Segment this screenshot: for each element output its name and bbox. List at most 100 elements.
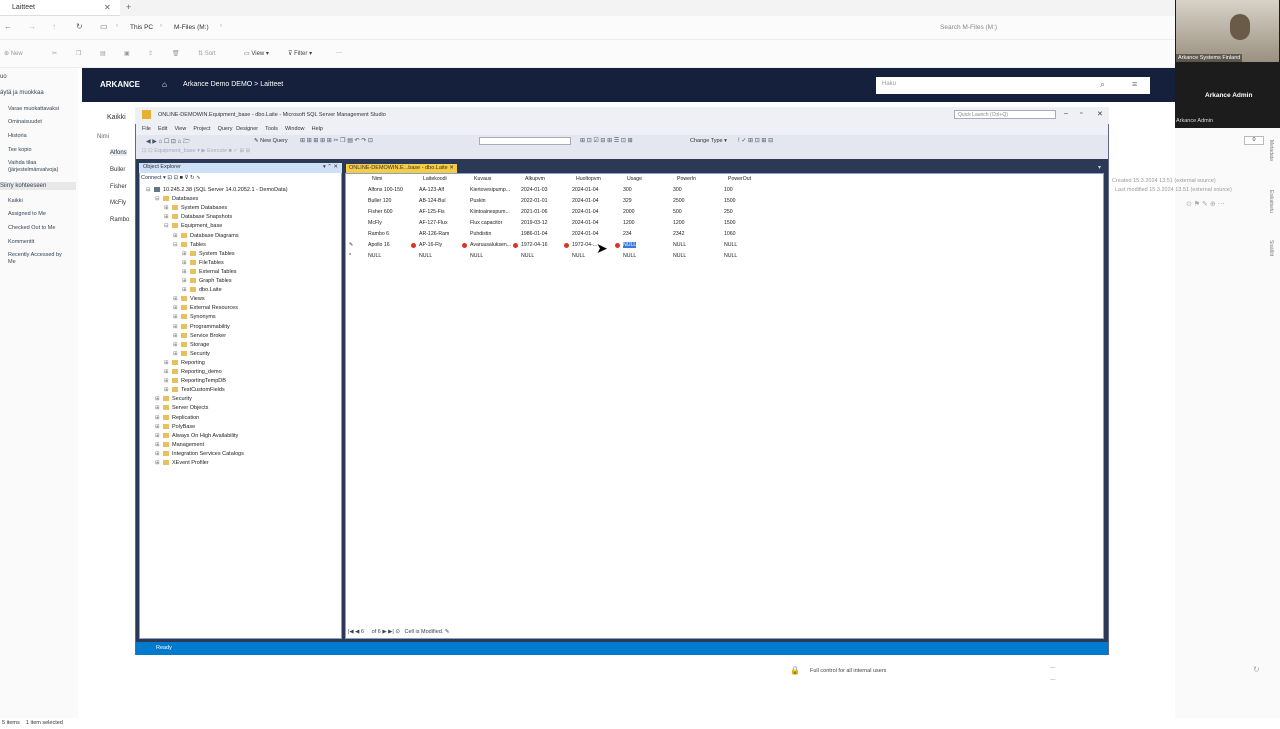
table-cell[interactable]: NULL: [368, 253, 381, 259]
table-cell[interactable]: 2022-01-01: [521, 198, 548, 204]
table-cell[interactable]: 1200: [623, 220, 635, 226]
menu-edit[interactable]: Edit: [158, 126, 167, 132]
tree-node[interactable]: ⊞ Service Broker: [173, 332, 226, 339]
left-item[interactable]: Checked Out to Me: [8, 225, 55, 231]
table-cell[interactable]: NULL: [521, 253, 534, 259]
list-item[interactable]: Fisher: [110, 184, 127, 190]
menu-icon[interactable]: ≡: [1132, 79, 1137, 89]
table-cell[interactable]: NULL: [623, 253, 636, 259]
expand-icon[interactable]: ⊞: [155, 415, 160, 421]
table-cell[interactable]: AB-124-Bul: [419, 198, 446, 204]
explorer-tab[interactable]: Laitteet: [0, 0, 120, 16]
tree-node[interactable]: ⊞ Synonyms: [173, 314, 216, 320]
side-tab-contents[interactable]: Sisällöt: [1268, 240, 1274, 256]
row-marker[interactable]: ✎: [349, 242, 353, 248]
table-cell[interactable]: 2000: [623, 209, 635, 215]
table-cell[interactable]: Fisher 600: [368, 209, 393, 215]
expand-icon[interactable]: ⊞: [155, 451, 160, 457]
column-header[interactable]: Alkupvm: [525, 176, 545, 182]
expand-icon[interactable]: ⊞: [164, 214, 169, 220]
tree-node[interactable]: ⊞ Graph Tables: [182, 278, 232, 284]
mfiles-breadcrumb[interactable]: Arkance Demo DEMO > Laitteet: [183, 81, 283, 88]
expand-icon[interactable]: ⊞: [182, 260, 187, 266]
column-header[interactable]: PowerIn: [677, 176, 696, 182]
list-item[interactable]: Buller: [110, 167, 125, 173]
menu-window[interactable]: Window: [285, 126, 305, 132]
table-cell[interactable]: 2024-01-04: [572, 198, 599, 204]
table-cell[interactable]: 329: [623, 198, 632, 204]
expand-icon[interactable]: ⊞: [155, 405, 160, 411]
tree-node[interactable]: ⊞ Always On High Availability: [155, 432, 238, 439]
tree-node[interactable]: ⊞ External Tables: [182, 268, 237, 275]
table-cell[interactable]: 300: [673, 187, 682, 193]
expand-icon[interactable]: ⊞: [173, 351, 178, 357]
tree-node[interactable]: ⊞ System Tables: [182, 250, 235, 257]
table-cell[interactable]: Rambo 6: [368, 231, 389, 237]
forward-icon[interactable]: →: [28, 22, 36, 31]
cut-icon[interactable]: ✂: [52, 50, 57, 57]
tree-node[interactable]: ⊞ ReportingTempDB: [164, 378, 226, 384]
pin-icon[interactable]: ▾ ⌃ ✕: [323, 164, 338, 170]
home-icon[interactable]: ⌂: [162, 80, 167, 89]
menu-query-designer[interactable]: Query Designer: [218, 126, 259, 132]
table-cell[interactable]: 1986-01-04: [521, 231, 548, 237]
left-section-header[interactable]: äytä ja muokkaa: [0, 90, 44, 96]
table-cell[interactable]: AR-126-Ram: [419, 231, 449, 237]
expand-icon[interactable]: ⊞: [173, 333, 178, 339]
table-cell[interactable]: NULL: [724, 242, 737, 248]
quick-launch-input[interactable]: Quick Launch (Ctrl+Q): [954, 110, 1056, 119]
side-tab-metadata[interactable]: Metadata: [1268, 140, 1274, 161]
expand-icon[interactable]: ⊞: [164, 205, 169, 211]
table-cell[interactable]: AP-16-Fly: [419, 242, 442, 248]
expand-icon[interactable]: ⊞: [164, 360, 169, 366]
expand-icon[interactable]: ⊞: [155, 424, 160, 430]
table-cell[interactable]: 300: [623, 187, 632, 193]
search-icon[interactable]: ⌕: [1100, 79, 1105, 90]
column-header[interactable]: Laitekoodi: [423, 176, 447, 182]
tree-node[interactable]: ⊞ Storage: [173, 341, 209, 348]
expand-icon[interactable]: ⊞: [164, 369, 169, 375]
column-header[interactable]: Usage: [627, 176, 642, 182]
tree-node[interactable]: ⊞ Database Diagrams: [173, 232, 239, 239]
tree-node[interactable]: ⊟ 10.245.2.38 (SQL Server 14.0.2052.1 - D…: [146, 187, 288, 193]
tree-node[interactable]: ⊞ Programmability: [173, 323, 230, 330]
tree-node[interactable]: ⊟ Equipment_base: [164, 223, 222, 229]
tree-node[interactable]: ⊞ Database Snapshots: [164, 214, 232, 220]
share-icon[interactable]: ⇪: [148, 50, 153, 57]
scroll-handle[interactable]: — —: [1050, 662, 1056, 686]
list-item[interactable]: Alfons: [110, 150, 127, 156]
expand-icon[interactable]: ⊞: [173, 314, 178, 320]
more-button[interactable]: ···: [336, 50, 342, 56]
table-cell[interactable]: 1972-04-16: [521, 242, 548, 248]
table-cell[interactable]: Kiintoainespum...: [470, 209, 510, 215]
expand-icon[interactable]: ⊞: [173, 305, 178, 311]
new-button[interactable]: ⊕ New: [4, 50, 23, 57]
table-cell[interactable]: NULL: [572, 253, 585, 259]
explorer-search-input[interactable]: Search M-Files (M:): [940, 24, 997, 31]
tree-node[interactable]: ⊞ FileTables: [182, 259, 224, 266]
expand-icon[interactable]: ⊞: [155, 433, 160, 439]
expand-icon[interactable]: ⊞: [173, 233, 178, 239]
menu-view[interactable]: View: [174, 126, 186, 132]
filter-button[interactable]: ⊽ Filter ▾: [288, 50, 312, 57]
table-cell[interactable]: NULL: [419, 253, 432, 259]
table-cell[interactable]: AF-127-Flux: [419, 220, 448, 226]
left-item[interactable]: Kommentit: [8, 239, 34, 245]
database-select[interactable]: [479, 137, 571, 145]
expand-icon[interactable]: ⊞: [164, 378, 169, 384]
list-item[interactable]: Rambo: [110, 217, 129, 223]
tree-node[interactable]: ⊞ Reporting: [164, 359, 205, 366]
list-item[interactable]: McFly: [110, 200, 126, 206]
toolbar-nav-icons[interactable]: ◀ ▶ ⌂ ☐ ⊡ ⌂ 🗁: [146, 137, 190, 147]
column-header[interactable]: PowerOut: [728, 176, 751, 182]
toolbar-icons[interactable]: ! ✓ ⊞ ⊡ ⊞ ⊟: [738, 137, 773, 144]
tree-node[interactable]: ⊞ Security: [173, 350, 210, 357]
table-cell[interactable]: 2024-01-04: [572, 231, 599, 237]
expand-icon[interactable]: ⊞: [173, 342, 178, 348]
table-cell[interactable]: 2024-01-04: [572, 220, 599, 226]
left-item[interactable]: Recently Accessed by Me: [8, 252, 70, 266]
up-icon[interactable]: ↑: [52, 22, 56, 31]
connect-button[interactable]: Connect ▾ ⊡ ⊡ ■ ⊽ ↻ ∿: [141, 175, 201, 181]
table-cell[interactable]: 2024-01-03: [521, 187, 548, 193]
table-cell[interactable]: Apollo 16: [368, 242, 390, 248]
